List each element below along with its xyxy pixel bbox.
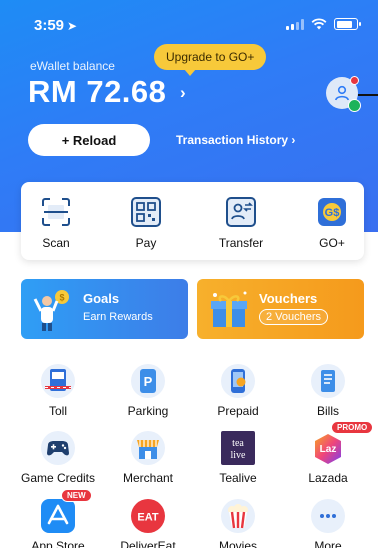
service-label: Merchant: [122, 471, 174, 485]
quick-action-label: GO+: [319, 236, 345, 250]
tealive-logo: tea live: [221, 431, 255, 465]
bills-service[interactable]: Bills: [283, 364, 373, 418]
service-label: Tealive: [219, 471, 257, 485]
merchant-icon: [131, 431, 165, 465]
game-credits-service[interactable]: Game Credits: [13, 431, 103, 485]
service-label: Game Credits: [20, 471, 96, 485]
svg-text:tea: tea: [232, 438, 244, 449]
wifi-icon: [311, 18, 327, 30]
svg-text:Laz: Laz: [320, 444, 337, 455]
service-label: Prepaid: [217, 404, 259, 418]
movies-service[interactable]: Movies: [193, 499, 283, 548]
lazada-service[interactable]: Laz PROMO Lazada: [283, 421, 374, 485]
divider-line: [358, 94, 378, 96]
svg-text:EAT: EAT: [137, 512, 158, 524]
service-label: Bills: [316, 404, 339, 418]
service-label: Movies: [218, 539, 257, 548]
profile-avatar-button[interactable]: [326, 76, 361, 112]
service-label: Lazada: [308, 471, 348, 485]
tealive-service[interactable]: tea live Tealive: [193, 431, 283, 485]
transfer-button[interactable]: Transfer: [206, 196, 276, 250]
parking-service[interactable]: P Parking: [103, 364, 193, 418]
balance-amount[interactable]: RM 72.68: [28, 74, 166, 110]
parking-icon: P: [131, 364, 165, 398]
transaction-history-link[interactable]: Transaction History ›: [176, 133, 295, 147]
reload-button[interactable]: + Reload: [28, 124, 150, 156]
status-bar: 3:59 ➤: [0, 0, 378, 46]
service-label: Toll: [48, 404, 67, 418]
user-icon: [335, 85, 349, 101]
service-label: Parking: [127, 404, 169, 418]
quick-actions-card: Scan Pay Transfer G$ GO+: [21, 182, 364, 260]
goals-banner[interactable]: $ Goals Earn Rewards: [21, 279, 188, 339]
chevron-right-icon[interactable]: ›: [180, 83, 186, 103]
upgrade-go-plus-button[interactable]: Upgrade to GO+: [154, 44, 267, 76]
quick-action-label: Scan: [42, 236, 70, 250]
status-icons: [286, 18, 361, 30]
service-label: More: [314, 539, 342, 548]
service-label: App Store: [31, 539, 85, 548]
toll-icon: [41, 364, 75, 398]
new-badge: NEW: [61, 489, 92, 502]
goals-subtitle: Earn Rewards: [83, 311, 153, 323]
status-time: 3:59 ➤: [34, 17, 78, 34]
toll-service[interactable]: Toll: [13, 364, 103, 418]
delivereat-service[interactable]: EAT DeliverEat: [103, 499, 193, 548]
shield-check-icon: [348, 99, 361, 112]
quick-action-label: Transfer: [218, 236, 264, 250]
pay-button[interactable]: Pay: [111, 196, 181, 250]
scan-button[interactable]: Scan: [21, 196, 91, 250]
notification-dot: [350, 76, 359, 85]
transfer-icon: [226, 197, 256, 227]
vouchers-count-pill: 2 Vouchers: [259, 309, 329, 325]
app-store-service[interactable]: NEW App Store: [13, 489, 103, 548]
go-plus-button[interactable]: G$ GO+: [297, 196, 367, 250]
goals-title: Goals: [83, 291, 120, 306]
upgrade-label: Upgrade to GO+: [166, 50, 255, 64]
scan-icon: [42, 198, 70, 226]
go-plus-icon: G$: [318, 198, 346, 226]
delivereat-logo: EAT: [131, 499, 165, 533]
prepaid-icon: [221, 364, 255, 398]
quick-action-label: Pay: [135, 236, 157, 250]
svg-text:P: P: [144, 374, 153, 389]
gamepad-icon: [41, 431, 75, 465]
goals-illustration-icon: $: [33, 290, 69, 331]
voucher-box-icon: [211, 291, 247, 327]
ewallet-balance-label: eWallet balance: [30, 59, 115, 73]
more-services[interactable]: More: [283, 499, 373, 548]
popcorn-icon: [221, 499, 255, 533]
vouchers-title: Vouchers: [259, 291, 318, 306]
promo-badge: PROMO: [331, 421, 374, 434]
svg-text:$: $: [59, 293, 64, 303]
app-store-icon: NEW: [41, 489, 92, 533]
more-icon: [311, 499, 345, 533]
merchant-service[interactable]: Merchant: [103, 431, 193, 485]
service-label: DeliverEat: [120, 539, 176, 548]
location-arrow-icon: ➤: [67, 19, 78, 33]
prepaid-service[interactable]: Prepaid: [193, 364, 283, 418]
vouchers-banner[interactable]: Vouchers 2 Vouchers: [197, 279, 364, 339]
svg-text:live: live: [231, 450, 247, 461]
signal-icon: [286, 18, 304, 30]
svg-text:G$: G$: [325, 207, 340, 219]
bills-icon: [311, 364, 345, 398]
lazada-logo: Laz PROMO: [311, 421, 374, 465]
qr-code-icon: [131, 197, 161, 227]
battery-icon: [334, 18, 361, 30]
chevron-right-icon: ›: [291, 133, 296, 147]
